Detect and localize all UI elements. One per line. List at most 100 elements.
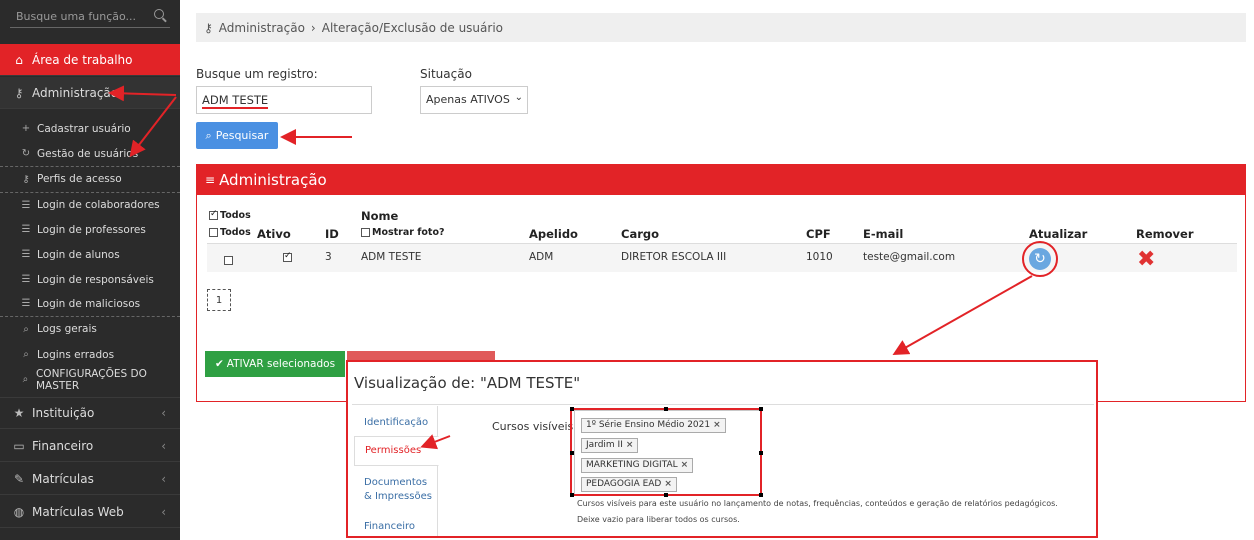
ativar-selecionados-button[interactable]: ✔ ATIVAR selecionados xyxy=(205,351,345,377)
money-icon: ▭ xyxy=(13,438,25,453)
header-atualizar: Atualizar xyxy=(1029,227,1088,241)
handle xyxy=(664,407,668,411)
search-icon: ⌕ xyxy=(23,323,29,335)
header-email: E-mail xyxy=(863,227,904,241)
mostrar-foto-label: Mostrar foto? xyxy=(372,227,445,238)
star-icon: ★ xyxy=(13,406,25,420)
list-icon: ☰ xyxy=(21,199,31,211)
checkbox-icon xyxy=(209,209,218,220)
sidebar-subitem-perfis-de-acesso[interactable]: ⚷ Perfis de acesso xyxy=(0,166,180,191)
search-icon xyxy=(154,9,164,19)
sidebar-subitem-label: Gestão de usuários xyxy=(37,147,139,160)
row-id: 3 xyxy=(325,251,332,263)
todos-top-checkbox[interactable]: Todos xyxy=(209,209,251,221)
sidebar-item-administracao[interactable]: ⚷ Administração xyxy=(0,77,180,109)
todos-top-label: Todos xyxy=(220,210,251,221)
key-icon: ⚷ xyxy=(22,173,30,185)
sidebar-subitem-login-colaboradores[interactable]: ☰ Login de colaboradores xyxy=(0,192,180,217)
panel-title: Administração xyxy=(219,171,327,189)
sidebar-subitem-login-responsaveis[interactable]: ☰ Login de responsáveis xyxy=(0,267,180,292)
sidebar-search-input[interactable]: Busque uma função... xyxy=(10,6,170,28)
sidebar-subitem-login-maliciosos[interactable]: ☰ Login de maliciosos xyxy=(0,291,180,316)
sidebar-subitem-label: Login de responsáveis xyxy=(37,273,154,286)
list-icon: ☰ xyxy=(21,224,31,235)
tab-financeiro[interactable]: Financeiro xyxy=(354,520,438,534)
breadcrumb-current: Alteração/Exclusão de usuário xyxy=(321,20,503,35)
header-cpf: CPF xyxy=(806,227,831,241)
sidebar-item-instituicao[interactable]: ★ Instituição ‹ xyxy=(0,397,180,429)
sidebar-subitem-label: Login de maliciosos xyxy=(37,297,141,310)
situacao-label: Situação xyxy=(420,67,472,81)
globe-icon: ◍ xyxy=(13,504,25,519)
breadcrumb-administracao[interactable]: Administração xyxy=(219,21,305,35)
sidebar-subitem-cadastrar-usuario[interactable]: + Cadastrar usuário xyxy=(0,116,180,141)
sidebar-subitem-login-professores[interactable]: ☰ Login de professores xyxy=(0,217,180,242)
check-icon: ✔ xyxy=(214,358,224,370)
sidebar-subitem-label: Login de alunos xyxy=(37,248,120,261)
pesquisar-button[interactable]: ⌕ Pesquisar xyxy=(196,122,278,149)
search-icon: ⌕ xyxy=(205,128,212,142)
tab-permissoes[interactable]: Permissões xyxy=(354,436,439,466)
sidebar-item-matriculas-web[interactable]: ◍ Matrículas Web ‹ xyxy=(0,496,180,528)
row-apelido: ADM xyxy=(529,251,554,263)
chevron-down-icon: ⌄ xyxy=(514,92,523,103)
list-icon: ☰ xyxy=(21,298,31,309)
sidebar-subitem-label: Perfis de acesso xyxy=(37,173,122,185)
handle xyxy=(759,407,763,411)
tab-identificacao[interactable]: Identificação xyxy=(354,416,438,430)
key-icon: ⚷ xyxy=(14,85,24,100)
sidebar-item-label: Instituição xyxy=(32,406,95,420)
list-icon: ☰ xyxy=(21,249,31,260)
list-icon: ☰ xyxy=(21,274,31,285)
sidebar-subitem-logs-gerais[interactable]: ⌕ Logs gerais xyxy=(0,316,180,341)
search-icon: ⌕ xyxy=(23,349,29,360)
sidebar-item-financeiro[interactable]: ▭ Financeiro ‹ xyxy=(0,430,180,462)
handle xyxy=(570,493,574,497)
help-text-1: Cursos visíveis para este usuário no lan… xyxy=(577,499,1058,508)
handle xyxy=(664,493,668,497)
sidebar-subitem-login-alunos[interactable]: ☰ Login de alunos xyxy=(0,242,180,267)
todos-checkbox[interactable]: Todos xyxy=(209,227,251,238)
plus-icon: + xyxy=(21,123,31,134)
search-input-value: ADM TESTE xyxy=(202,93,269,109)
header-apelido: Apelido xyxy=(529,227,578,241)
handle xyxy=(759,451,763,455)
mostrar-foto-checkbox[interactable]: Mostrar foto? xyxy=(361,227,445,238)
sidebar-item-area-de-trabalho[interactable]: ⌂ Área de trabalho xyxy=(0,44,180,76)
pagination-page[interactable]: 1 xyxy=(207,289,231,311)
search-input[interactable]: ADM TESTE xyxy=(196,86,372,114)
sidebar: Busque uma função... ⌂ Área de trabalho … xyxy=(0,0,180,540)
row-ativo-checkbox[interactable] xyxy=(283,251,294,263)
home-icon: ⌂ xyxy=(15,52,23,67)
checkbox-icon xyxy=(361,228,370,237)
sidebar-subitem-label: Cadastrar usuário xyxy=(37,122,131,135)
breadcrumb-separator: › xyxy=(310,20,316,35)
search-label: Busque um registro: xyxy=(196,67,318,81)
key-icon: ⚷ xyxy=(204,20,213,35)
tab-documentos[interactable]: Documentos & Impressões xyxy=(354,476,438,504)
sidebar-search-placeholder: Busque uma função... xyxy=(16,10,137,23)
remove-icon[interactable]: ✖ xyxy=(1137,247,1155,272)
sidebar-item-label: Financeiro xyxy=(32,438,94,453)
sidebar-subitem-logins-errados[interactable]: ⌕ Logins errados xyxy=(0,342,180,367)
header-id: ID xyxy=(325,227,339,241)
header-remover: Remover xyxy=(1136,227,1194,241)
chevron-left-icon: ‹ xyxy=(161,406,166,420)
search-icon: ⌕ xyxy=(22,374,29,385)
situacao-selected: Apenas ATIVOS xyxy=(426,93,510,106)
pesquisar-label: Pesquisar xyxy=(215,129,269,142)
sidebar-subitem-configuracoes-master[interactable]: ⌕ CONFIGURAÇÕES DO MASTER xyxy=(0,367,180,392)
row-cargo: DIRETOR ESCOLA III xyxy=(621,251,727,263)
sidebar-subitem-gestao-de-usuarios[interactable]: ↻ Gestão de usuários xyxy=(0,141,180,166)
breadcrumb: ⚷ Administração › Alteração/Exclusão de … xyxy=(196,13,1246,42)
modal-title: Visualização de: "ADM TESTE" xyxy=(354,374,581,392)
row-nome: ADM TESTE xyxy=(361,251,422,263)
row-select-checkbox[interactable] xyxy=(224,254,235,266)
situacao-select[interactable]: Apenas ATIVOS ⌄ xyxy=(420,86,528,114)
todos-label: Todos xyxy=(220,227,251,238)
sidebar-item-matriculas[interactable]: ✎ Matrículas ‹ xyxy=(0,463,180,495)
chevron-left-icon: ‹ xyxy=(161,438,166,453)
refresh-icon[interactable]: ↻ xyxy=(1029,248,1051,270)
sidebar-item-label: Área de trabalho xyxy=(32,52,133,67)
ativar-label: ATIVAR selecionados xyxy=(226,358,336,370)
